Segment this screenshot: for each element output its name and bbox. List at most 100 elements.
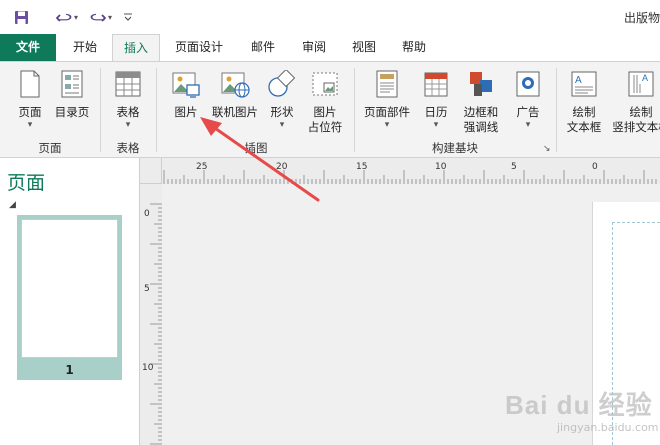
group-label-tables: 表格: [116, 141, 140, 155]
watermark-logo: Bai du 经验 jingyan.baidu.com: [505, 385, 659, 440]
redo-icon: [90, 13, 106, 22]
ribbon: 页面 ▾ 目录页 页面 表格 ▾ 表格 图片 联机图片 形状 ▾ 图片 占位符 …: [0, 61, 660, 158]
borders-accents-label-2: 强调线: [463, 120, 499, 134]
group-label-building-blocks: 构建基块: [432, 141, 478, 155]
online-picture-label: 联机图片: [212, 105, 258, 119]
catalog-page-button[interactable]: 目录页: [50, 70, 94, 120]
ruler-h-label: 25: [196, 162, 207, 172]
undo-dropdown-icon[interactable]: ▾: [74, 13, 78, 22]
ruler-v-label: 0: [144, 209, 150, 219]
picture-placeholder-icon: [312, 72, 338, 96]
ads-button[interactable]: 广告 ▾: [508, 70, 548, 130]
table-icon: [115, 71, 141, 97]
page-button-label: 页面: [18, 105, 42, 119]
save-icon: [14, 10, 28, 24]
table-button-label: 表格: [116, 105, 140, 119]
watermark-url: jingyan.baidu.com: [557, 421, 659, 434]
tab-insert[interactable]: 插入: [112, 34, 160, 61]
draw-vertical-label-2: 竖排文本框: [612, 120, 660, 134]
undo-icon: [55, 13, 72, 22]
page-parts-label: 页面部件: [364, 105, 410, 119]
draw-textbox-button[interactable]: A 绘制 文本框: [562, 70, 606, 135]
ruler-h-label: 15: [356, 162, 367, 172]
group-separator: [556, 68, 557, 152]
page-parts-icon: [376, 70, 398, 98]
redo-button[interactable]: ▾: [84, 6, 118, 28]
shapes-dropdown-icon: ▾: [279, 120, 285, 130]
picture-icon: [172, 72, 200, 98]
calendar-dropdown-icon: ▾: [433, 120, 439, 130]
horizontal-ruler: 25 20 15 10 5 0: [162, 158, 660, 184]
customize-qat-icon: [124, 13, 132, 21]
svg-text:A: A: [575, 75, 582, 86]
save-button[interactable]: [12, 6, 30, 28]
tab-review[interactable]: 审阅: [290, 34, 338, 61]
ads-icon: [516, 71, 540, 97]
tab-mailings[interactable]: 邮件: [238, 34, 288, 61]
group-separator: [156, 68, 157, 152]
page-button[interactable]: 页面 ▾: [10, 70, 50, 130]
ruler-corner: [140, 158, 162, 184]
page-parts-dropdown-icon: ▾: [384, 120, 390, 130]
ruler-h-label: 20: [276, 162, 288, 172]
calendar-button[interactable]: 日历 ▾: [416, 70, 456, 130]
pages-navigation-pane: 页面 ◢ 1: [0, 158, 140, 445]
quick-access-toolbar: ▾ ▾: [12, 6, 136, 28]
draw-textbox-label-1: 绘制: [572, 105, 596, 119]
calendar-label: 日历: [424, 105, 448, 119]
ads-dropdown-icon: ▾: [525, 120, 531, 130]
picture-button[interactable]: 图片: [164, 70, 208, 120]
table-dropdown-icon: ▾: [125, 120, 131, 130]
table-button[interactable]: 表格 ▾: [106, 70, 150, 130]
collapse-icon[interactable]: ◢: [9, 200, 16, 210]
svg-text:A: A: [642, 73, 648, 83]
picture-button-label: 图片: [174, 105, 198, 119]
building-blocks-launcher-icon[interactable]: ↘: [543, 144, 551, 154]
page-thumbnail-preview: [21, 219, 118, 358]
ruler-v-label: 5: [144, 284, 150, 294]
calendar-icon: [424, 72, 448, 97]
ruler-v-label: 10: [142, 363, 154, 373]
undo-button[interactable]: ▾: [50, 6, 84, 28]
draw-vertical-textbox-button[interactable]: A 绘制 竖排文本框: [606, 70, 660, 135]
borders-accents-label-1: 边框和: [463, 105, 499, 119]
title-bar: ▾ ▾ 出版物: [0, 0, 660, 34]
catalog-page-label: 目录页: [54, 105, 90, 119]
group-separator: [354, 68, 355, 152]
draw-vertical-textbox-icon: A: [628, 71, 654, 97]
ribbon-tabs: 文件 开始 插入 页面设计 邮件 审阅 视图 帮助: [0, 34, 660, 61]
watermark-text: Bai du 经验: [505, 390, 653, 420]
picture-placeholder-label-1: 图片: [313, 105, 337, 119]
tab-view[interactable]: 视图: [340, 34, 388, 61]
group-separator: [100, 68, 101, 152]
page-parts-button[interactable]: 页面部件 ▾: [360, 70, 414, 130]
tab-home[interactable]: 开始: [60, 34, 110, 61]
online-picture-icon: [221, 72, 250, 98]
online-picture-button[interactable]: 联机图片: [208, 70, 262, 120]
draw-textbox-icon: A: [571, 71, 597, 97]
group-label-pages: 页面: [38, 141, 62, 155]
page-thumbnail[interactable]: 1: [17, 215, 122, 380]
borders-accents-button[interactable]: 边框和 强调线: [456, 70, 506, 135]
shapes-icon: [268, 68, 296, 97]
pages-pane-title: 页面: [7, 172, 46, 194]
tab-help[interactable]: 帮助: [390, 34, 438, 61]
ads-label: 广告: [516, 105, 540, 119]
tab-file[interactable]: 文件: [0, 34, 56, 61]
picture-placeholder-button[interactable]: 图片 占位符: [302, 70, 348, 135]
redo-dropdown-icon[interactable]: ▾: [108, 13, 112, 22]
draw-vertical-label-1: 绘制: [629, 105, 653, 119]
tab-page-design[interactable]: 页面设计: [164, 34, 234, 61]
page-dropdown-icon: ▾: [27, 120, 33, 130]
shapes-button-label: 形状: [270, 105, 294, 119]
shapes-button[interactable]: 形状 ▾: [262, 68, 302, 130]
ruler-h-label: 10: [435, 162, 447, 172]
customize-qat-button[interactable]: [120, 6, 136, 28]
page-icon: [20, 70, 40, 98]
borders-accents-icon: [470, 72, 492, 96]
ruler-h-label: 5: [511, 162, 517, 172]
vertical-ruler: 0 5 10: [140, 184, 162, 445]
draw-textbox-label-2: 文本框: [566, 120, 602, 134]
window-title: 出版物: [623, 11, 660, 25]
catalog-page-icon: [61, 70, 83, 98]
